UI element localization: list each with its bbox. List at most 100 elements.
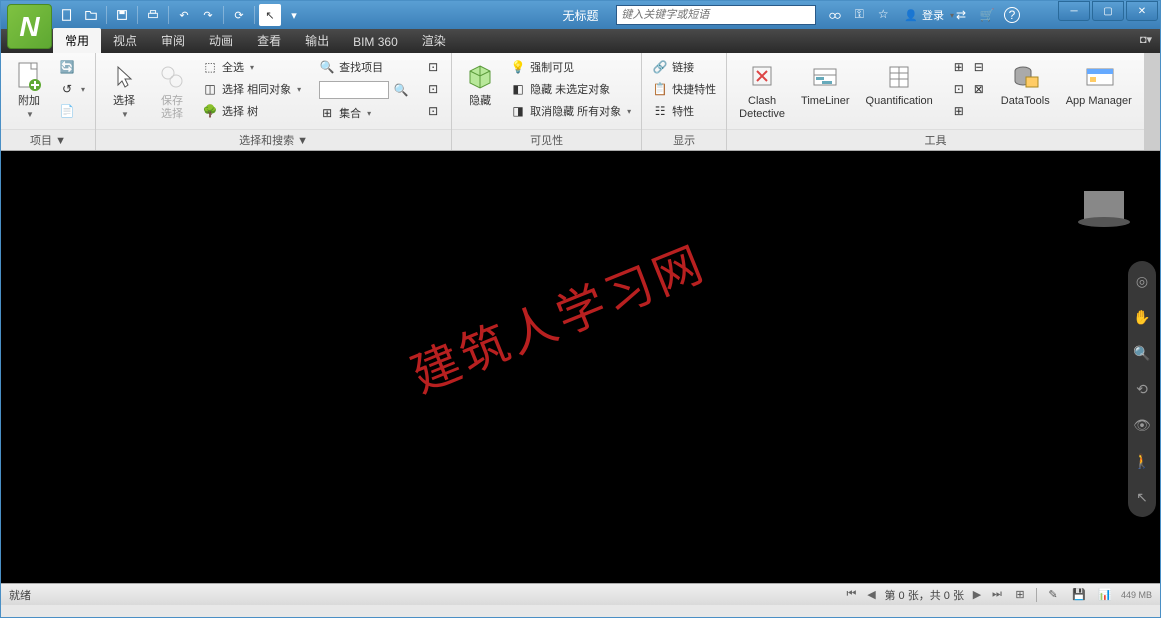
tab-review[interactable]: 审阅 [149,28,197,53]
timeliner-button[interactable]: TimeLiner [795,57,856,112]
sheet-browser-icon[interactable]: ⊞ [1010,588,1030,602]
qat-refresh-icon[interactable]: ⟳ [228,4,250,26]
cart-icon[interactable]: 🛒 [978,6,996,24]
unhide-icon: ◨ [510,103,526,119]
select-same-button[interactable]: ◫选择 相同对象 ▾ [198,79,305,99]
panel-title-select[interactable]: 选择和搜索 ▼ [96,129,451,150]
file-icon: 📄 [59,103,75,119]
pager-next-icon[interactable]: ▶ [970,588,984,602]
force-visible-button[interactable]: 💡强制可见 [506,57,635,77]
unhide-all-button[interactable]: ◨取消隐藏 所有对象 ▾ [506,101,635,121]
clash-icon [746,61,778,93]
extra3-button[interactable]: ⊡ [421,101,445,121]
qat-print-icon[interactable] [142,4,164,26]
panel-title-display: 显示 [642,129,726,150]
find-icon: 🔍 [319,59,335,75]
append-button[interactable]: 附加▼ [7,57,51,125]
tool-b-button[interactable]: ⊡⊠ [947,79,991,99]
exchange-icon[interactable]: ⇄ [952,6,970,24]
perf-pencil-icon[interactable]: ✎ [1043,588,1063,602]
hide-unsel-icon: ◧ [510,81,526,97]
login-button[interactable]: 👤登录▾ [898,5,960,25]
pager-last-icon[interactable]: ⏭ [990,588,1004,602]
orbit-icon[interactable]: ⟲ [1132,379,1152,399]
tool-a-button[interactable]: ⊞⊟ [947,57,991,77]
qat-dropdown-icon[interactable]: ▾ [283,4,305,26]
cursor-icon [108,61,140,93]
tab-output[interactable]: 输出 [293,28,341,53]
key-icon[interactable]: ⚿ [850,5,868,23]
search-input[interactable] [616,5,816,25]
ribbon: 附加▼ 🔄 ↺▾ 📄 项目 ▼ 选择▼ 保存 选择 ⬚全选 ▾ ◫选择 相同对象… [1,53,1160,151]
save-selection-button[interactable]: 保存 选择 [150,57,194,125]
perf-disk-icon[interactable]: 💾 [1069,588,1089,602]
panel-select-search: 选择▼ 保存 选择 ⬚全选 ▾ ◫选择 相同对象 ▾ 🌳选择 树 🔍查找项目 🔍… [96,53,452,150]
datatools-button[interactable]: DataTools [995,57,1056,112]
extra1-button[interactable]: ⊡ [421,57,445,77]
perf-memory-icon[interactable]: 📊 [1095,588,1115,602]
quantification-button[interactable]: Quantification [860,57,939,112]
select-button[interactable]: 选择▼ [102,57,146,125]
qat-redo-icon[interactable]: ↷ [197,4,219,26]
walk-icon[interactable]: 🚶 [1132,451,1152,471]
binoculars-icon[interactable] [826,5,844,23]
extra2-button[interactable]: ⊡ [421,79,445,99]
properties-button[interactable]: ☷特性 [648,101,720,121]
viewport-3d[interactable]: 建筑人学习网 ◎ ✋ 🔍 ⟲ 👁 🚶 ↖ [1,151,1160,583]
file-options-button[interactable]: 📄 [55,101,89,121]
links-button[interactable]: 🔗链接 [648,57,720,77]
hide-button[interactable]: 隐藏 [458,57,502,112]
sets-icon: ⊞ [319,105,335,121]
pager-first-icon[interactable]: ⏮ [845,588,859,602]
find-items-button[interactable]: 🔍查找项目 [315,57,413,77]
sets-button[interactable]: ⊞集合 ▾ [315,103,413,123]
help-icon[interactable]: ? [1004,7,1020,23]
qat-select-icon[interactable]: ↖ [259,4,281,26]
select-tree-button[interactable]: 🌳选择 树 [198,101,305,121]
search-area: ⚿ ☆ 👤登录▾ [616,5,960,25]
tab-viewpoint[interactable]: 视点 [101,28,149,53]
steering-wheel-icon[interactable]: ◎ [1132,271,1152,291]
app-logo-icon: N [19,11,39,43]
panel-title-project[interactable]: 项目 ▼ [1,129,95,150]
select-all-button[interactable]: ⬚全选 ▾ [198,57,305,77]
app-menu-button[interactable]: N [7,4,52,49]
zoom-icon[interactable]: 🔍 [1132,343,1152,363]
panel-display: 🔗链接 📋快捷特性 ☷特性 显示 [642,53,727,150]
pager-prev-icon[interactable]: ◀ [865,588,879,602]
pan-icon[interactable]: ✋ [1132,307,1152,327]
refresh-button[interactable]: 🔄 [55,57,89,77]
status-ready: 就绪 [9,587,31,603]
qat-undo-icon[interactable]: ↶ [173,4,195,26]
close-button[interactable]: ✕ [1126,1,1158,21]
quick-props-button[interactable]: 📋快捷特性 [648,79,720,99]
qat-open-icon[interactable] [80,4,102,26]
tab-common[interactable]: 常用 [53,28,101,53]
quick-access-toolbar: ↶ ↷ ⟳ ↖ ▾ [56,4,305,26]
clash-detective-button[interactable]: Clash Detective [733,57,791,125]
app-manager-button[interactable]: App Manager [1060,57,1138,112]
hide-unselected-button[interactable]: ◧隐藏 未选定对象 [506,79,635,99]
tab-render[interactable]: 渲染 [410,28,458,53]
star-icon[interactable]: ☆ [874,5,892,23]
tab-bim360[interactable]: BIM 360 [341,31,410,53]
qat-new-icon[interactable] [56,4,78,26]
view-cube[interactable] [1078,191,1130,243]
select-all-icon: ⬚ [202,59,218,75]
save-selection-icon [156,61,188,93]
maximize-button[interactable]: ▢ [1092,1,1124,21]
tab-view[interactable]: 查看 [245,28,293,53]
panel-project: 附加▼ 🔄 ↺▾ 📄 项目 ▼ [1,53,96,150]
minimize-button[interactable]: ─ [1058,1,1090,21]
status-bar: 就绪 ⏮ ◀ 第 0 张，共 0 张 ▶ ⏭ ⊞ ✎ 💾 📊 449 MB [1,583,1160,605]
tab-animation[interactable]: 动画 [197,28,245,53]
quick-find-input[interactable]: 🔍 [315,79,413,101]
panel-title-visibility: 可见性 [452,129,641,150]
qat-save-icon[interactable] [111,4,133,26]
tool-c-button[interactable]: ⊞ [947,101,991,121]
look-icon[interactable]: 👁 [1132,415,1152,435]
reset-button[interactable]: ↺▾ [55,79,89,99]
select-nav-icon[interactable]: ↖ [1132,487,1152,507]
timeliner-icon [809,61,841,93]
ribbon-collapse-icon[interactable]: ◘▾ [1140,33,1152,46]
